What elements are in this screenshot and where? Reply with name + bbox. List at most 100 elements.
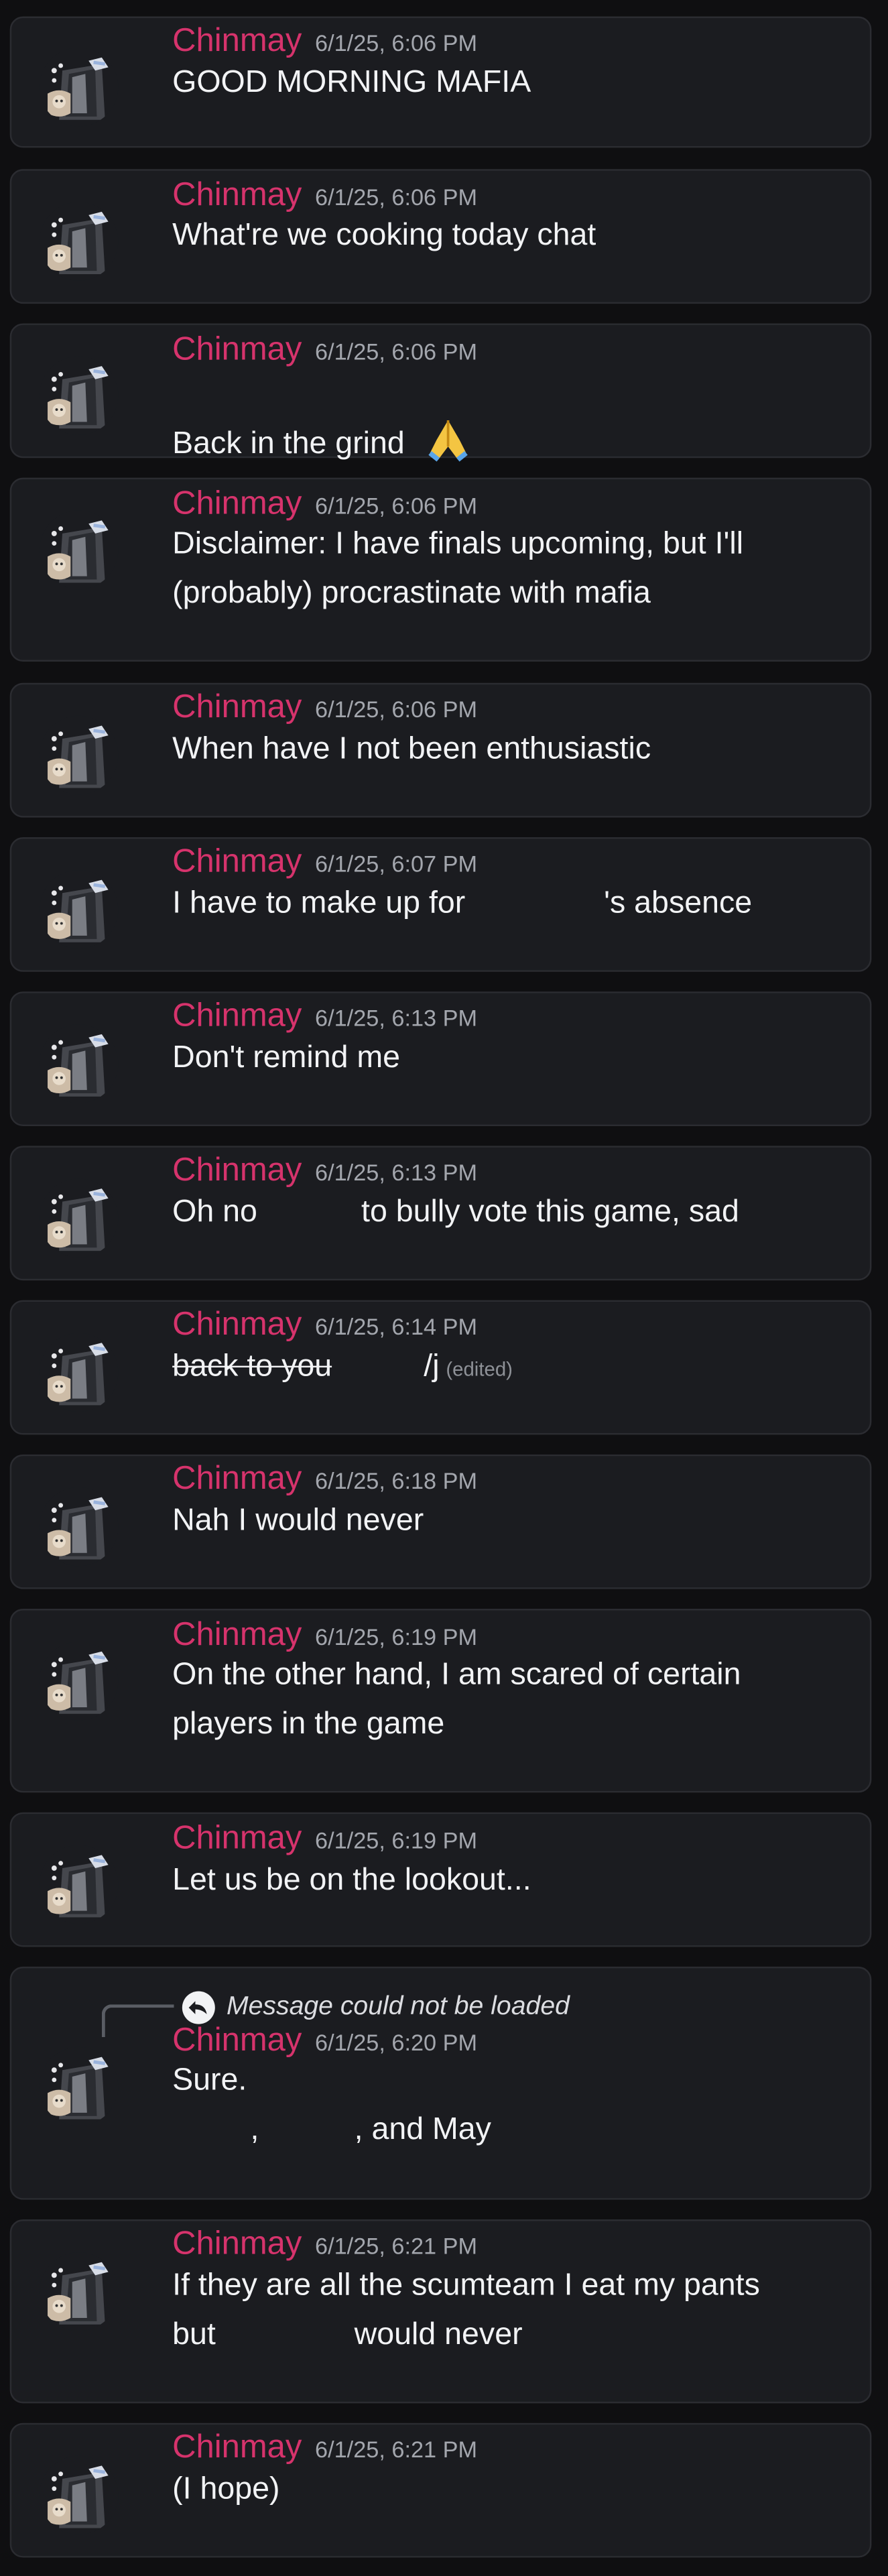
timestamp: 6/1/25, 6:14 PM: [315, 1313, 478, 1340]
message-text-line: When have I not been enthusiastic: [172, 732, 651, 767]
avatar[interactable]: [39, 1024, 119, 1103]
message-content: Don't remind me: [172, 1034, 862, 1083]
timestamp: 6/1/25, 6:19 PM: [315, 1827, 478, 1853]
username[interactable]: Chinmay: [172, 332, 302, 368]
message-card[interactable]: Chinmay 6/1/25, 6:21 PM If they are all th…: [9, 2219, 872, 2404]
message-text-line: (probably) procrastinate with mafia: [172, 576, 651, 611]
emoji: [406, 368, 472, 480]
avatar-image: [39, 48, 119, 127]
message-card[interactable]: Chinmay 6/1/25, 6:06 PM What're we cooking…: [9, 169, 872, 304]
message-header: Chinmay 6/1/25, 6:21 PM: [172, 2224, 477, 2267]
username[interactable]: Chinmay: [172, 2430, 302, 2466]
message-card[interactable]: Chinmay 6/1/25, 6:06 PM When have I not be…: [9, 682, 872, 818]
avatar[interactable]: [39, 2455, 119, 2535]
message-card[interactable]: Chinmay 6/1/25, 6:06 PM Back in the grind: [9, 323, 872, 462]
avatar[interactable]: [39, 2046, 119, 2126]
message-text-line: Sure.: [172, 2063, 247, 2098]
message-content: Let us be on the lookout...: [172, 1857, 862, 1906]
message-text-line: (I hope): [172, 2472, 280, 2507]
message-card[interactable]: Chinmay 6/1/25, 6:13 PM Don't remind me: [9, 991, 872, 1127]
message-header: Chinmay 6/1/25, 6:21 PM: [172, 2428, 477, 2471]
message-card[interactable]: Chinmay 6/1/25, 6:19 PM On the other hand,…: [9, 1609, 872, 1793]
message-content: Oh no to bully vote this game, sad: [172, 1188, 862, 1237]
message-content: GOOD MORNING MAFIA: [172, 59, 862, 108]
message-header: Chinmay 6/1/25, 6:13 PM: [172, 997, 477, 1040]
message-text-line: , , and May: [172, 2112, 491, 2148]
avatar[interactable]: [39, 510, 119, 590]
timestamp: 6/1/25, 6:06 PM: [315, 338, 478, 365]
avatar-image: [39, 869, 119, 949]
message-content: Sure. , , and May: [172, 2057, 862, 2156]
avatar-image: [39, 1845, 119, 1924]
message-text-line: back to you/j (edited): [172, 1343, 862, 1394]
avatar[interactable]: [39, 1845, 119, 1924]
timestamp: 6/1/25, 6:06 PM: [315, 492, 478, 519]
message-content: I have to make up for 's absence: [172, 880, 862, 929]
message-card[interactable]: Chinmay 6/1/25, 6:13 PM Oh no to bully vot…: [9, 1146, 872, 1281]
username[interactable]: Chinmay: [172, 844, 302, 880]
timestamp: 6/1/25, 6:13 PM: [315, 1158, 478, 1186]
avatar[interactable]: [39, 1642, 119, 1721]
avatar[interactable]: [39, 1487, 119, 1567]
username[interactable]: Chinmay: [172, 1821, 302, 1857]
avatar-image: [39, 715, 119, 795]
username[interactable]: Chinmay: [172, 2022, 302, 2059]
reply-text: Message could not be loaded: [226, 1993, 570, 2021]
message-card[interactable]: Chinmay 6/1/25, 6:20 PM Message could not…: [9, 1966, 872, 2200]
timestamp: 6/1/25, 6:06 PM: [315, 29, 478, 56]
message-content: If they are all the scumteam I eat my pa…: [172, 2262, 862, 2361]
message-card[interactable]: Chinmay 6/1/25, 6:21 PM (I hope): [9, 2422, 872, 2558]
message-content: back to you/j (edited): [172, 1343, 862, 1394]
timestamp: 6/1/25, 6:21 PM: [315, 2232, 478, 2259]
avatar-image: [39, 356, 119, 435]
message-card[interactable]: Chinmay 6/1/25, 6:19 PM Let us be on the l…: [9, 1812, 872, 1947]
avatar-image: [39, 1487, 119, 1567]
timestamp: 6/1/25, 6:07 PM: [315, 850, 478, 877]
username[interactable]: Chinmay: [172, 1617, 302, 1653]
message-header: Chinmay 6/1/25, 6:06 PM: [172, 688, 477, 731]
timestamp: 6/1/25, 6:20 PM: [315, 2028, 478, 2056]
avatar[interactable]: [39, 1178, 119, 1258]
avatar-image: [39, 1642, 119, 1721]
message-content: Nah I would never: [172, 1497, 862, 1546]
strikethrough-text: back to you: [172, 1349, 332, 1384]
username[interactable]: Chinmay: [172, 23, 302, 59]
avatar-image: [39, 1024, 119, 1103]
username[interactable]: Chinmay: [172, 998, 302, 1034]
message-card[interactable]: Chinmay 6/1/25, 6:07 PM I have to make up …: [9, 837, 872, 972]
message-text-line: Nah I would never: [172, 1504, 424, 1538]
avatar[interactable]: [39, 48, 119, 127]
username[interactable]: Chinmay: [172, 1306, 302, 1343]
username[interactable]: Chinmay: [172, 1152, 302, 1188]
message-card[interactable]: Chinmay 6/1/25, 6:14 PM back to you/j (edit…: [9, 1300, 872, 1435]
avatar[interactable]: [39, 1333, 119, 1412]
username[interactable]: Chinmay: [172, 177, 302, 213]
avatar[interactable]: [39, 869, 119, 949]
message-content: When have I not been enthusiastic: [172, 725, 862, 774]
avatar[interactable]: [39, 202, 119, 281]
message-text-line: What're we cooking today chat: [172, 218, 596, 253]
timestamp: 6/1/25, 6:06 PM: [315, 696, 478, 723]
message-card[interactable]: Chinmay 6/1/25, 6:06 PM GOOD MORNING MAFIA: [9, 16, 872, 148]
avatar[interactable]: [39, 356, 119, 435]
message-header: Chinmay 6/1/25, 6:14 PM: [172, 1305, 477, 1348]
avatar[interactable]: [39, 2252, 119, 2331]
message-card[interactable]: Chinmay 6/1/25, 6:06 PM Disclaimer: I have…: [9, 477, 872, 662]
message-text-line: I have to make up for 's absence: [172, 886, 753, 921]
avatar-image: [39, 510, 119, 590]
message-text-line: players in the game: [172, 1707, 445, 1742]
username[interactable]: Chinmay: [172, 1461, 302, 1497]
username[interactable]: Chinmay: [172, 486, 302, 522]
avatar-image: [39, 2455, 119, 2535]
message-text-line: Don't remind me: [172, 1040, 401, 1076]
message-content: Disclaimer: I have finals upcoming, but …: [172, 520, 862, 619]
message-text-line: Disclaimer: I have finals upcoming, but …: [172, 527, 744, 562]
message-header: Chinmay 6/1/25, 6:19 PM: [172, 1819, 477, 1861]
reply-arrow-icon: [182, 1991, 215, 2024]
message-card[interactable]: Chinmay 6/1/25, 6:18 PM Nah I would never: [9, 1454, 872, 1589]
username[interactable]: Chinmay: [172, 2226, 302, 2262]
username[interactable]: Chinmay: [172, 690, 302, 726]
avatar[interactable]: [39, 715, 119, 795]
message-text-line: Let us be on the lookout...: [172, 1863, 531, 1898]
avatar-image: [39, 2046, 119, 2126]
